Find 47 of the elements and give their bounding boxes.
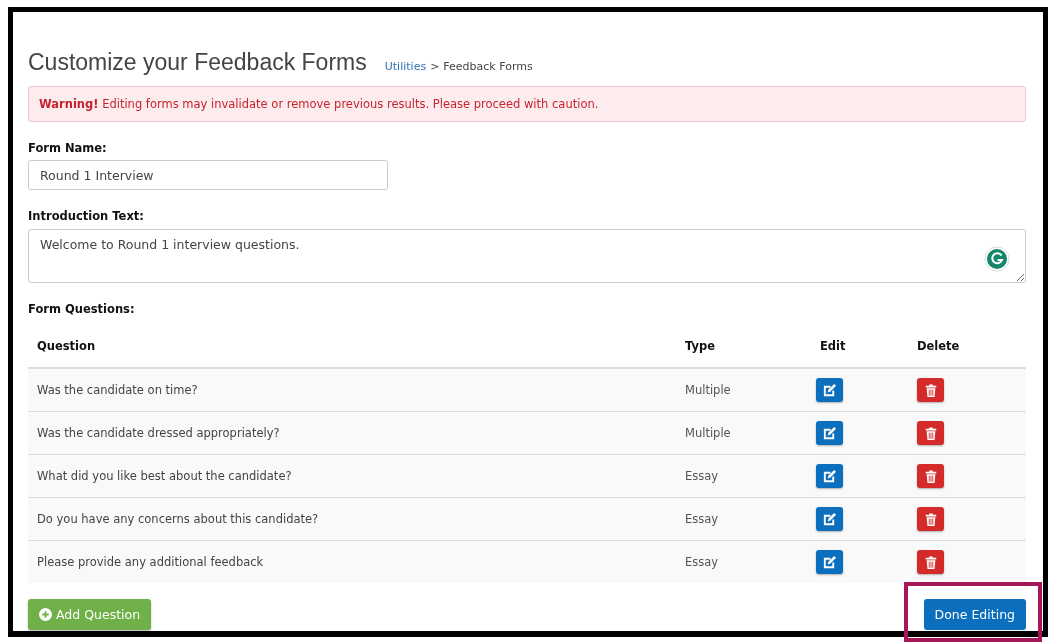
field-label: Introduction Text: [28,209,145,223]
warning-alert: Warning! Editing forms may invalidate or remove previous results. Please proceed with caution. [28,86,1026,122]
table-cell-text: What did you like best about the candidate? [36,469,293,483]
breadcrumb-current: Feedback Forms [443,60,533,73]
edit-icon [822,554,837,570]
edit-button[interactable] [816,421,843,445]
delete-button[interactable] [917,464,944,488]
table-cell-text: Was the candidate on time? [36,383,199,397]
breadcrumb-link[interactable]: Utilities [384,60,427,73]
edit-icon [822,382,837,398]
done-editing-button[interactable]: Done Editing [923,599,1026,630]
table-cell-text: Multiple [684,426,732,440]
breadcrumb-separator: > [430,60,440,73]
delete-button[interactable] [917,421,944,445]
column-header: Delete [916,338,961,353]
column-header: Edit [819,338,847,353]
edit-button[interactable] [816,550,843,574]
delete-button[interactable] [917,378,944,402]
trash-icon [923,468,938,484]
table-cell-text: Essay [684,512,720,526]
trash-icon [923,382,938,398]
trash-icon [923,425,938,441]
table-cell-text: Please provide any additional feedback [36,555,265,569]
edit-button[interactable] [816,507,843,531]
delete-button[interactable] [917,550,944,574]
table-cell-text: Was the candidate dressed appropriately? [36,426,281,440]
field-label: Form Name: [28,141,108,155]
edit-icon [822,468,837,484]
introduction-textarea[interactable]: Welcome to Round 1 interview questions. [28,229,1026,283]
grammar-assistant-icon[interactable] [984,246,1010,272]
table-cell-text: Do you have any concerns about this candidate? [36,512,320,526]
table-cell-text: Essay [684,469,720,483]
table-cell-text: Multiple [684,383,732,397]
delete-button[interactable] [917,507,944,531]
column-header: Question [36,338,97,353]
column-header: Type [684,338,716,353]
trash-icon [923,554,938,570]
edit-icon [822,425,837,441]
form-name-input[interactable]: Round 1 Interview [28,160,388,190]
plus-circle-icon [39,608,52,621]
trash-icon [923,511,938,527]
edit-icon [822,511,837,527]
page-title: Customize your Feedback Forms [28,49,367,76]
edit-button[interactable] [816,464,843,488]
table-cell-text: Essay [684,555,720,569]
field-label: Form Questions: [28,302,136,316]
edit-button[interactable] [816,378,843,402]
